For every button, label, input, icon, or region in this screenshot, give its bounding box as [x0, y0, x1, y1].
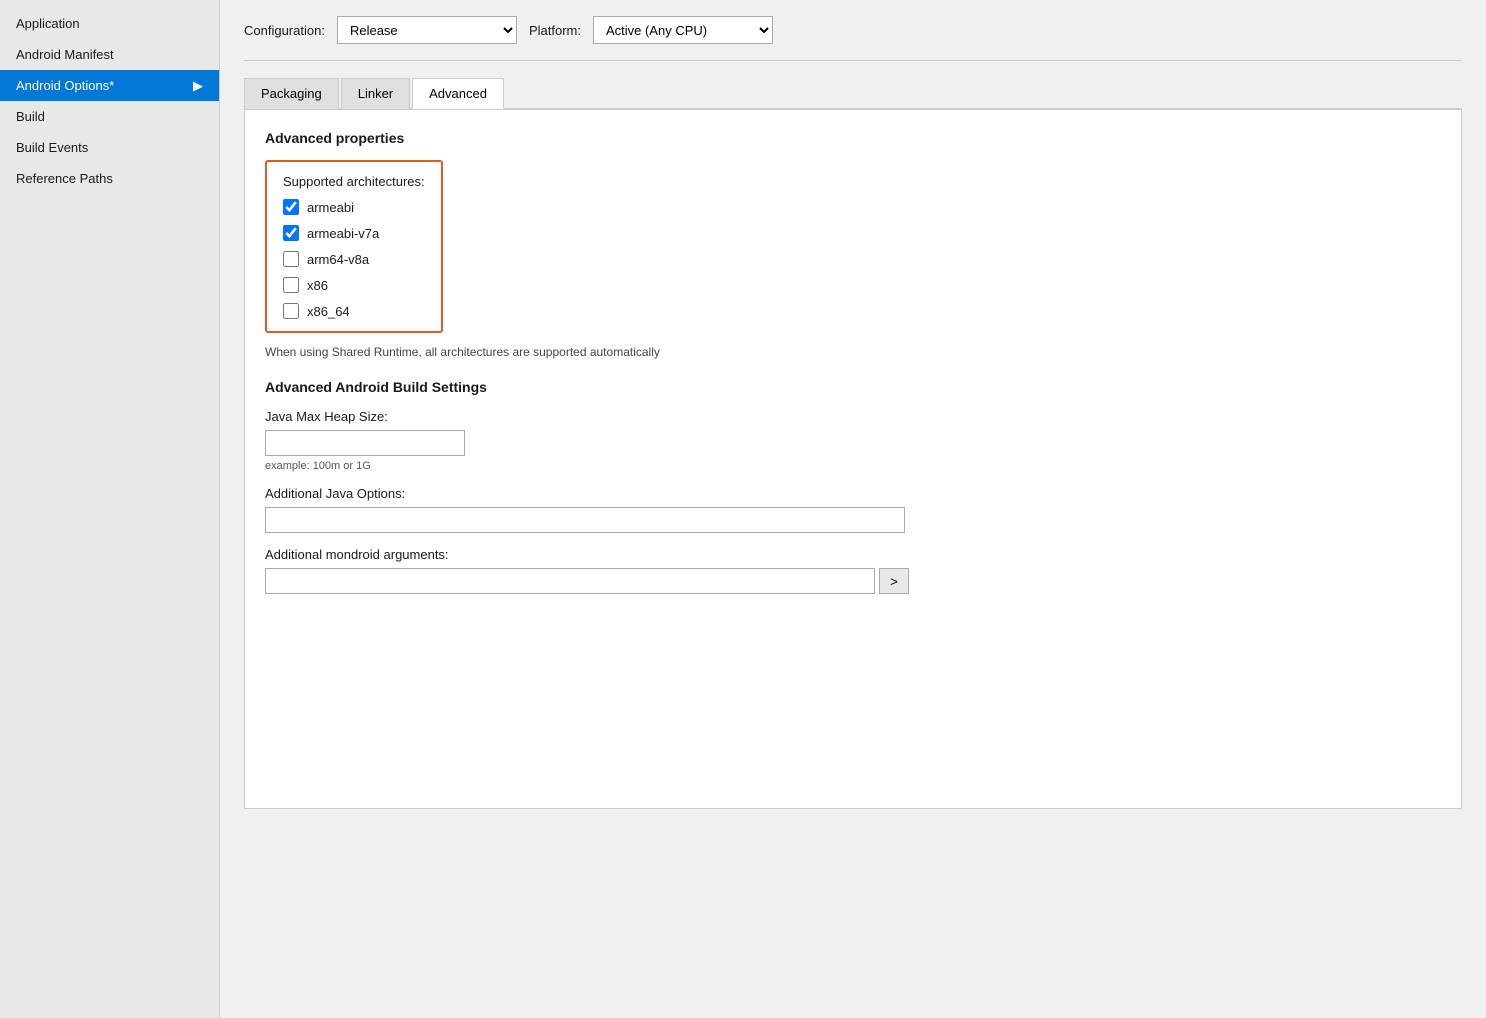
configuration-select[interactable]: Release Active (Debug) Debug All Configu… — [337, 16, 517, 44]
java-options-input[interactable] — [265, 507, 905, 533]
java-options-label: Additional Java Options: — [265, 486, 1441, 501]
config-row: Configuration: Release Active (Debug) De… — [244, 16, 1462, 44]
java-heap-hint: example: 100m or 1G — [265, 460, 1441, 472]
section2-heading: Advanced Android Build Settings — [265, 379, 1441, 395]
config-divider — [244, 60, 1462, 61]
sidebar-item-android-options[interactable]: Android Options* — [0, 70, 219, 101]
sidebar-item-build[interactable]: Build — [0, 101, 219, 132]
arch-item-arm64-v8a: arm64-v8a — [283, 251, 425, 267]
arch-label-armeabi-v7a[interactable]: armeabi-v7a — [307, 226, 379, 241]
main-content: Configuration: Release Active (Debug) De… — [220, 0, 1486, 1018]
arch-label-armeabi[interactable]: armeabi — [307, 200, 354, 215]
arch-item-armeabi-v7a: armeabi-v7a — [283, 225, 425, 241]
platform-label: Platform: — [529, 23, 581, 38]
sidebar-item-build-events[interactable]: Build Events — [0, 132, 219, 163]
mondroid-row: > — [265, 568, 1441, 594]
mondroid-label: Additional mondroid arguments: — [265, 547, 1441, 562]
arch-item-armeabi: armeabi — [283, 199, 425, 215]
tab-packaging[interactable]: Packaging — [244, 78, 339, 109]
arch-checkbox-x86[interactable] — [283, 277, 299, 293]
platform-select[interactable]: Active (Any CPU) Any CPU x86 x64 — [593, 16, 773, 44]
tabs-bar: Packaging Linker Advanced — [244, 77, 1462, 109]
sidebar: Application Android Manifest Android Opt… — [0, 0, 220, 1018]
arch-label-x86_64[interactable]: x86_64 — [307, 304, 350, 319]
architectures-label: Supported architectures: — [283, 174, 425, 189]
advanced-android-section: Advanced Android Build Settings Java Max… — [265, 379, 1441, 594]
mondroid-input[interactable] — [265, 568, 875, 594]
java-heap-input[interactable] — [265, 430, 465, 456]
java-heap-label: Java Max Heap Size: — [265, 409, 1441, 424]
arch-checkbox-armeabi-v7a[interactable] — [283, 225, 299, 241]
config-label: Configuration: — [244, 23, 325, 38]
architectures-box: Supported architectures: armeabi armeabi… — [265, 160, 443, 333]
shared-runtime-note: When using Shared Runtime, all architect… — [265, 345, 1441, 359]
mondroid-button[interactable]: > — [879, 568, 909, 594]
arch-item-x86: x86 — [283, 277, 425, 293]
arch-item-x86_64: x86_64 — [283, 303, 425, 319]
arch-label-x86[interactable]: x86 — [307, 278, 328, 293]
section1-heading: Advanced properties — [265, 130, 1441, 146]
tab-linker[interactable]: Linker — [341, 78, 410, 109]
tab-content-advanced: Advanced properties Supported architectu… — [244, 109, 1462, 809]
arch-checkbox-x86_64[interactable] — [283, 303, 299, 319]
sidebar-item-application[interactable]: Application — [0, 8, 219, 39]
arch-label-arm64-v8a[interactable]: arm64-v8a — [307, 252, 369, 267]
arch-checkbox-arm64-v8a[interactable] — [283, 251, 299, 267]
sidebar-item-reference-paths[interactable]: Reference Paths — [0, 163, 219, 194]
tab-advanced[interactable]: Advanced — [412, 78, 504, 109]
sidebar-item-android-manifest[interactable]: Android Manifest — [0, 39, 219, 70]
arch-checkbox-armeabi[interactable] — [283, 199, 299, 215]
